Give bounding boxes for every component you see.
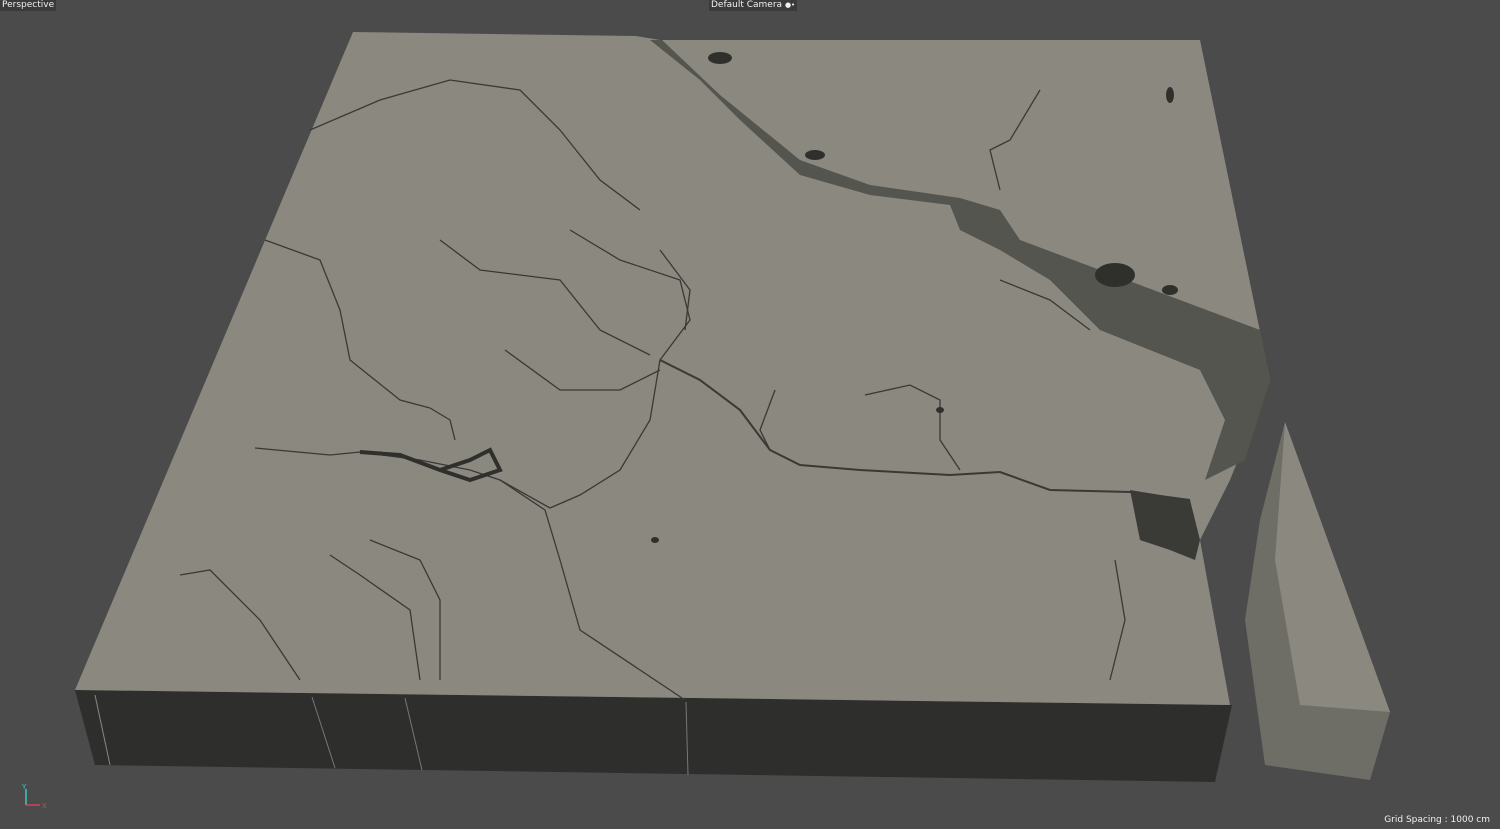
view-name-label[interactable]: Perspective [0, 0, 57, 11]
axis-x-label: X [42, 802, 47, 809]
camera-selector[interactable]: Default Camera ●• [709, 0, 798, 11]
axis-y-label: Y [21, 783, 27, 791]
axis-gizmo: Y X [21, 783, 47, 809]
grid-spacing-readout: Grid Spacing : 1000 cm [1384, 815, 1490, 825]
terrain-top-surface [75, 32, 1270, 705]
camera-name: Default Camera [711, 0, 783, 10]
camera-icon: ●• [784, 1, 796, 9]
viewport-canvas[interactable] [0, 0, 1500, 829]
terrain-front-face [75, 690, 1232, 782]
